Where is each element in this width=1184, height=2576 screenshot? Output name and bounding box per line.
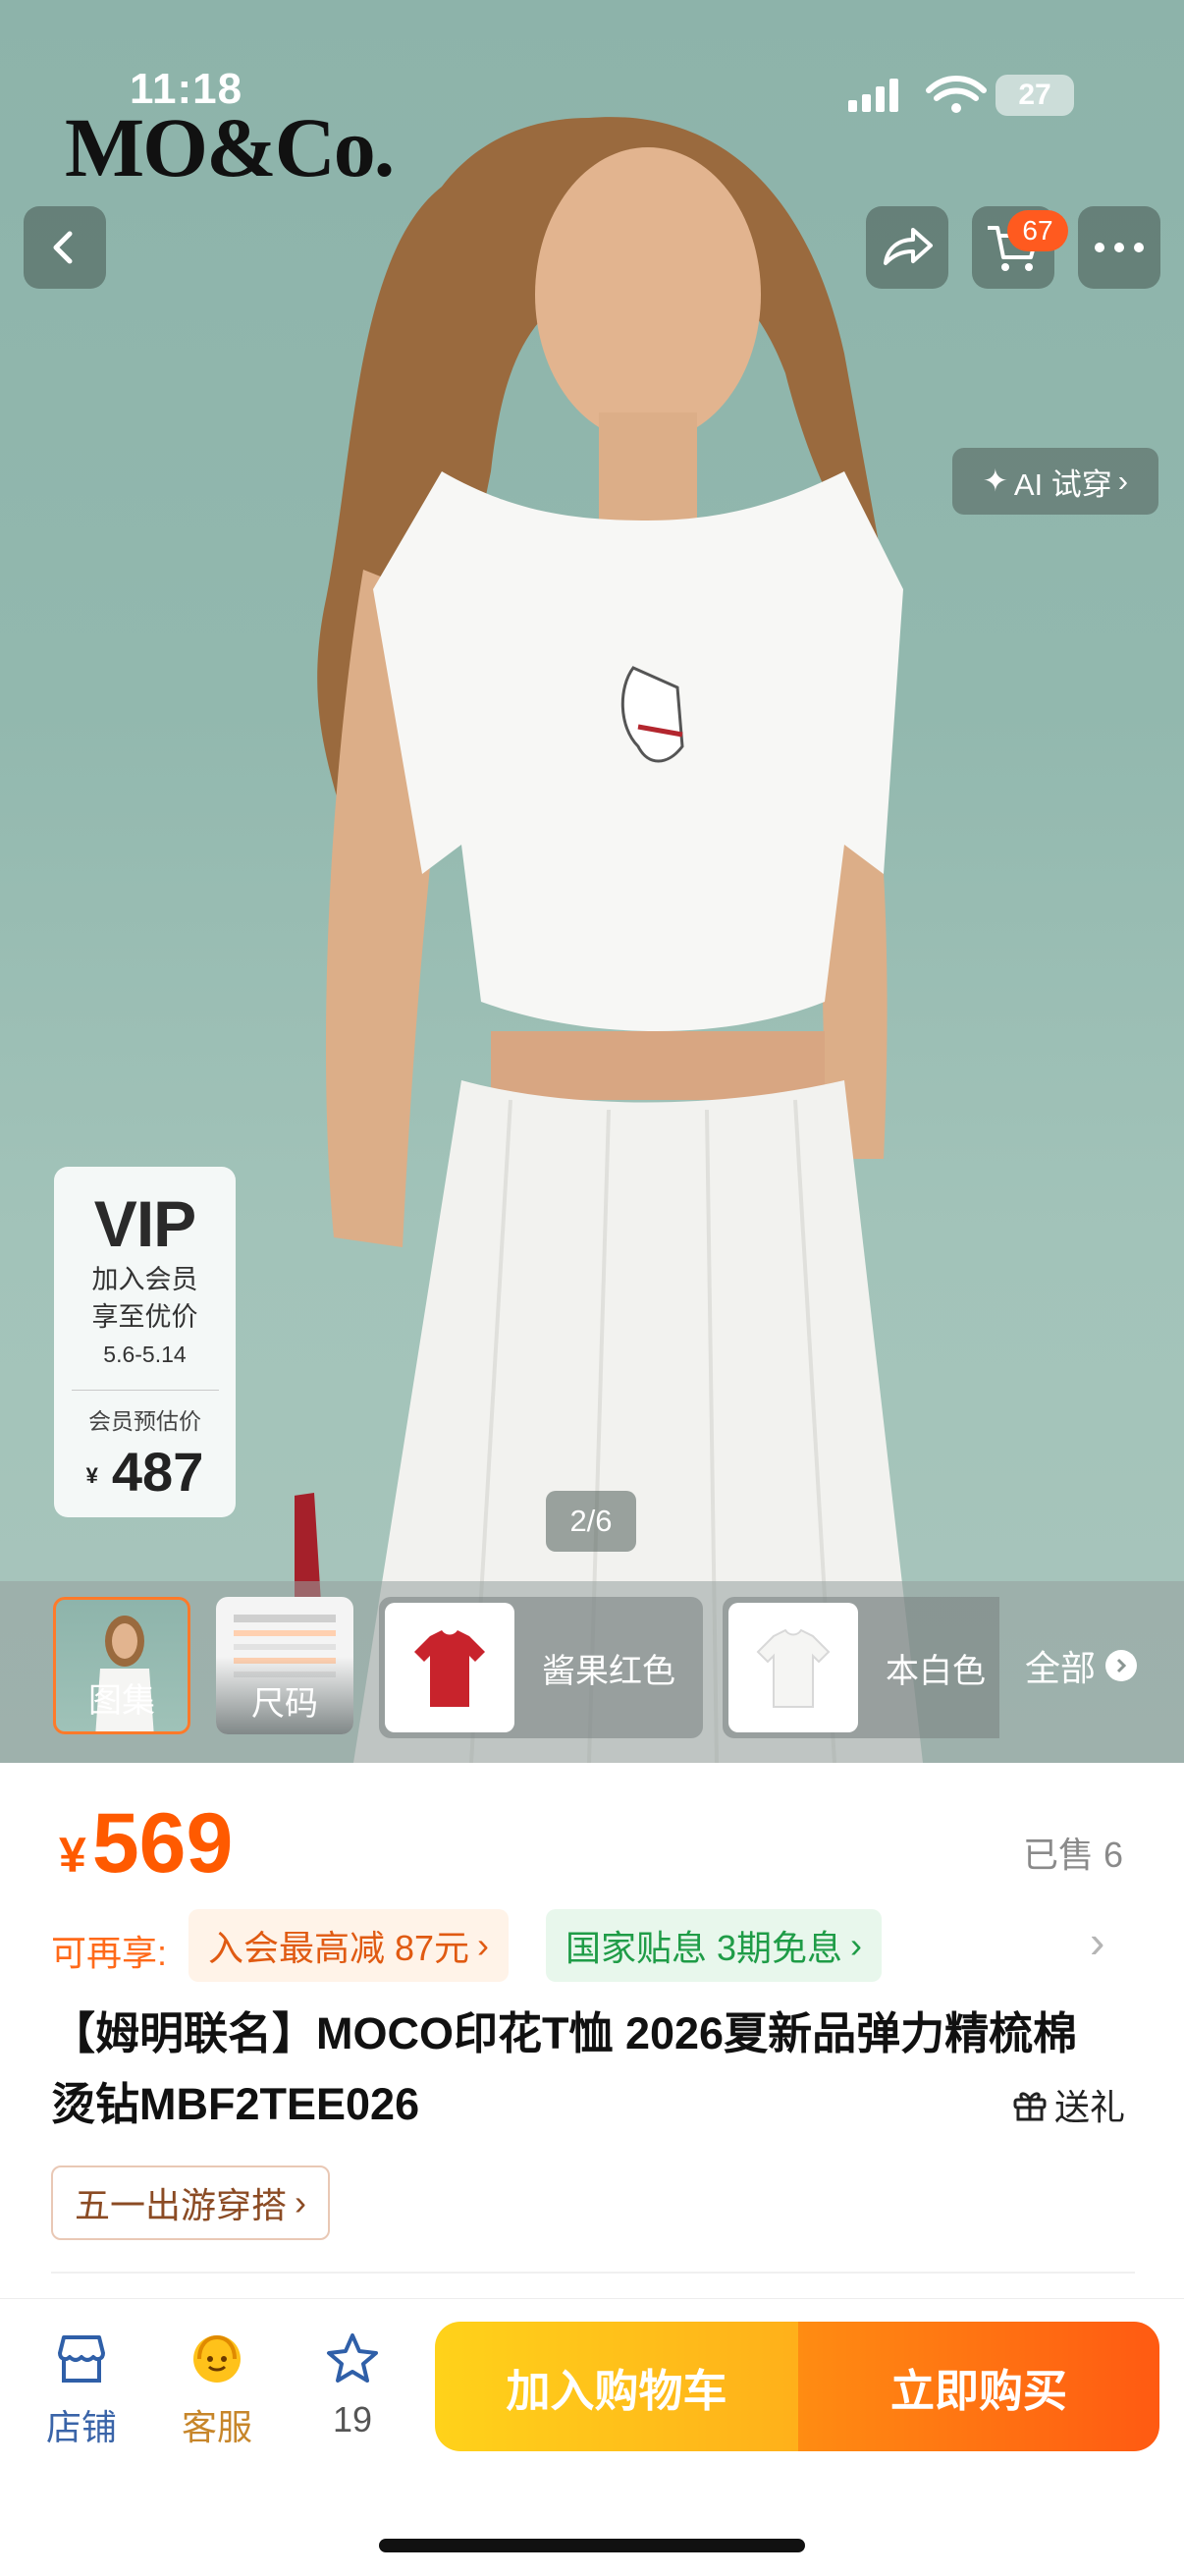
chevron-right-icon: › — [295, 2182, 307, 2222]
thumbnail-size-chart[interactable]: 尺码 — [216, 1597, 353, 1734]
red-tshirt-image — [414, 1630, 485, 1707]
topic-tag-label: 五一出游穿搭 — [75, 2185, 288, 2225]
color-swatch-white — [728, 1603, 858, 1732]
battery-indicator: 27 — [996, 75, 1074, 116]
ai-try-on-label: AI 试穿 — [1013, 466, 1112, 502]
customer-service-icon — [193, 2334, 241, 2383]
buy-now-button[interactable]: 立即购买 — [798, 2322, 1159, 2451]
member-discount-label: 入会最高减 87元 — [208, 1928, 470, 1968]
product-price: ¥569 — [59, 1795, 233, 1892]
wifi-icon — [926, 76, 987, 101]
vip-price-value: 487 — [111, 1441, 204, 1503]
customer-service-label: 客服 — [181, 2407, 252, 2447]
home-indicator — [379, 2539, 805, 2552]
price-value: 569 — [91, 1796, 234, 1891]
product-image-gallery[interactable]: 11:18 27 MO&Co. 67 ✦ AI 试穿 › VIP 加入会员 享至… — [0, 0, 1184, 1763]
topic-tag[interactable]: 五一出游穿搭 › — [51, 2165, 331, 2240]
price-currency: ¥ — [59, 1828, 86, 1883]
color-label-red: 酱果红色 — [542, 1652, 675, 1690]
vip-dates: 5.6-5.14 — [103, 1342, 187, 1367]
color-option-red[interactable]: 酱果红色 — [379, 1597, 703, 1738]
ai-try-on-button[interactable]: ✦ AI 试穿 › — [952, 448, 1158, 515]
cellular-signal-icon — [848, 79, 898, 112]
chevron-left-icon — [53, 231, 73, 264]
favorite-button[interactable]: 19 — [298, 2328, 406, 2440]
sold-count: 已售 6 — [1023, 1835, 1124, 1875]
installment-chip[interactable]: 国家贴息 3期免息 › — [546, 1909, 883, 1982]
add-to-cart-button[interactable]: 加入购物车 — [435, 2322, 798, 2451]
thumbnail-gallery[interactable]: 图集 — [53, 1597, 190, 1734]
star-icon — [327, 2333, 378, 2383]
thumbnail-label-size: 尺码 — [216, 1657, 353, 1734]
gift-button[interactable]: 送礼 — [1011, 2079, 1125, 2130]
member-discount-chip[interactable]: 入会最高减 87元 › — [188, 1909, 510, 1982]
color-swatch-red — [385, 1603, 514, 1732]
favorite-count: 19 — [332, 2399, 373, 2439]
store-icon — [58, 2335, 105, 2383]
color-option-white[interactable]: 本白色 — [723, 1597, 999, 1738]
more-dots-icon — [1095, 243, 1144, 252]
vip-line-1: 加入会员 — [91, 1265, 198, 1294]
gift-label: 送礼 — [1054, 2087, 1126, 2127]
promo-label: 可再享: — [51, 1933, 168, 1973]
vip-price: ¥487 — [54, 1440, 236, 1504]
view-all-button[interactable]: 全部 — [1025, 1640, 1138, 1691]
cart-count-badge: 67 — [1007, 210, 1068, 251]
chevron-right-circle-icon — [1105, 1650, 1138, 1681]
vip-price-label: 会员预估价 — [88, 1408, 201, 1434]
share-button[interactable] — [866, 206, 948, 289]
gift-icon — [1013, 2092, 1047, 2121]
chevron-right-icon: › — [477, 1925, 490, 1965]
thumbnail-label-gallery: 图集 — [88, 1682, 155, 1720]
more-button[interactable] — [1078, 206, 1160, 289]
page-indicator: 2/6 — [546, 1491, 636, 1552]
back-button[interactable] — [24, 206, 106, 289]
promo-more-icon[interactable]: › — [1090, 1915, 1104, 1968]
chevron-right-icon: › — [1117, 464, 1129, 498]
color-label-white: 本白色 — [886, 1652, 986, 1690]
product-title: 【姆明联名】MOCO印花T恤 2026夏新品弹力精梳棉烫钻MBF2TEE026 — [51, 2008, 1078, 2129]
installment-label: 国家贴息 3期免息 — [565, 1928, 843, 1968]
divider — [51, 2272, 1135, 2274]
customer-service-button[interactable]: 客服 — [163, 2328, 271, 2450]
sparkle-icon: ✦ — [982, 464, 1008, 498]
chevron-right-icon: › — [850, 1925, 863, 1965]
vip-price-card[interactable]: VIP 加入会员 享至优价 5.6-5.14 会员预估价 ¥487 — [54, 1167, 236, 1517]
share-icon — [884, 228, 933, 265]
view-all-label: 全部 — [1025, 1648, 1097, 1688]
brand-logo: MO&Co. — [65, 100, 395, 194]
vip-divider — [71, 1390, 219, 1391]
store-label: 店铺 — [45, 2407, 117, 2447]
white-tshirt-image — [756, 1628, 831, 1708]
purchase-actions: 加入购物车 立即购买 — [435, 2322, 1159, 2451]
vip-line-2: 享至优价 — [91, 1302, 198, 1332]
thumbnail-strip: 图集 尺码 酱果红色 本白色 全部 — [0, 1581, 1184, 1763]
vip-currency: ¥ — [85, 1463, 98, 1489]
vip-title: VIP — [93, 1187, 196, 1260]
store-button[interactable]: 店铺 — [27, 2328, 135, 2450]
